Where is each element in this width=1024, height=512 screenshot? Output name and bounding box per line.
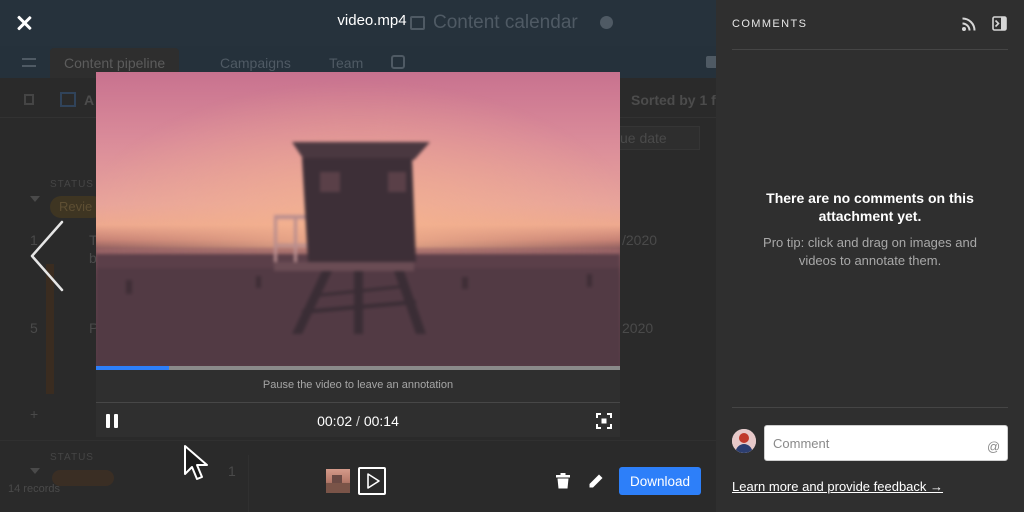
comment-input-divider — [732, 407, 1008, 408]
chevron-left-icon[interactable] — [28, 220, 68, 292]
video-duration: 00:14 — [363, 413, 399, 429]
background-status-pill — [52, 470, 114, 486]
background-record-count: 14 records — [8, 483, 60, 495]
avatar — [732, 429, 756, 453]
add-table-icon — [391, 55, 405, 69]
lock-icon — [706, 56, 716, 68]
collapse-group-icon — [30, 468, 40, 474]
video-progress-fill — [96, 366, 170, 370]
rss-icon[interactable] — [962, 17, 976, 31]
video-frame[interactable] — [96, 72, 620, 366]
image-thumbnail-icon[interactable] — [326, 469, 350, 493]
mention-button[interactable]: @ — [987, 439, 1000, 454]
empty-comments-title: There are no comments on this attachment… — [766, 190, 974, 224]
comments-title: COMMENTS — [732, 18, 808, 30]
info-icon — [600, 16, 613, 29]
video-progress-bar[interactable] — [96, 366, 620, 370]
background-divider — [0, 440, 716, 441]
video-time-display: 00:02 / 00:14 — [96, 413, 620, 429]
background-group2-count: 1 — [228, 463, 236, 479]
background-row-number: 5 — [30, 320, 38, 336]
time-separator: / — [356, 413, 360, 429]
background-row-date: 2020 — [622, 320, 654, 336]
menu-icon — [22, 58, 36, 67]
lifeguard-tower-scene — [96, 72, 620, 366]
avatar-image — [732, 429, 756, 453]
grid-view-icon — [60, 92, 76, 107]
play-triangle — [367, 473, 380, 489]
fullscreen-icon[interactable] — [596, 413, 612, 429]
close-icon[interactable] — [14, 13, 34, 33]
controls-divider — [96, 402, 620, 403]
background-group-label: STATUS — [50, 179, 94, 190]
sidebar-toggle-icon — [24, 94, 34, 105]
comments-header-divider — [732, 49, 1008, 50]
comments-panel: COMMENTS There are no comments on this a… — [716, 0, 1024, 512]
annotation-pro-tip: Pro tip: click and drag on images and vi… — [763, 235, 977, 268]
current-time: 00:02 — [317, 413, 353, 429]
background-base-title: Content calendar — [433, 12, 578, 33]
background-row-date: /2020 — [622, 232, 658, 248]
play-icon[interactable] — [358, 467, 386, 495]
collapse-panel-icon[interactable] — [992, 16, 1007, 31]
background-group2-label: STATUS — [50, 452, 94, 463]
background-column-label: ue date — [620, 130, 667, 146]
feedback-link[interactable]: Learn more and provide feedback → — [732, 479, 943, 494]
collapse-group-icon — [30, 196, 40, 202]
background-sort-status: Sorted by 1 fi — [631, 92, 716, 108]
annotation-hint: Pause the video to leave an annotation — [262, 379, 454, 391]
background-view-name: A — [84, 92, 95, 108]
mouse-pointer-icon — [184, 445, 208, 480]
download-button[interactable]: Download — [619, 467, 701, 495]
pencil-icon[interactable] — [588, 473, 604, 489]
attachment-filename: video.mp4 — [337, 12, 407, 29]
video-player: Pause the video to leave an annotation 0… — [96, 72, 620, 437]
background-column-divider — [248, 455, 249, 512]
comment-input[interactable] — [764, 425, 1008, 461]
background-add-row-icon: + — [30, 406, 39, 422]
thumbnail-preview — [326, 475, 350, 493]
background-status-pill-text: Revie — [59, 199, 93, 214]
trash-icon[interactable] — [556, 473, 570, 489]
